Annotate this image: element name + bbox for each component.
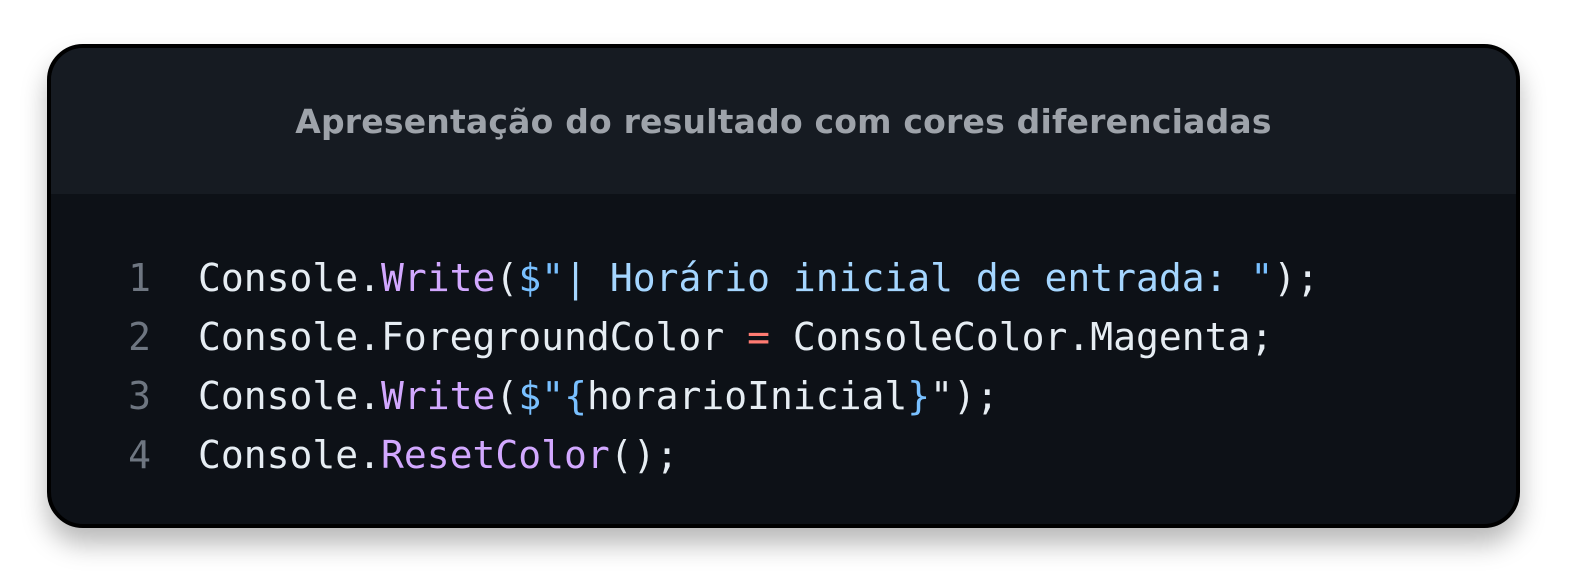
code-token-punct: $" [518, 256, 565, 300]
code-token-default: ); [953, 374, 999, 418]
code-token-default: ( [495, 374, 519, 418]
code-token-punct: $" [518, 374, 565, 418]
code-token-method: Write [381, 374, 496, 418]
code-token-default: Console. [198, 433, 382, 477]
code-card: Apresentação do resultado com cores dife… [47, 44, 1520, 528]
code-token-punct: } [907, 374, 931, 418]
line-number: 2 [128, 315, 151, 359]
code-line: 3 Console.Write($"{horarioInicial}"); [51, 367, 1319, 426]
code-token-method: Write [381, 256, 496, 300]
code-token-default: Console. [198, 374, 382, 418]
code-block: 1 Console.Write($"| Horário inicial de en… [51, 249, 1319, 485]
code-token-default: ); [1273, 256, 1320, 300]
code-token-default: ConsoleColor.Magenta; [769, 315, 1274, 359]
code-token-default: " [930, 374, 954, 418]
code-card-title: Apresentação do resultado com cores dife… [295, 101, 1272, 141]
code-card-header: Apresentação do resultado com cores dife… [51, 48, 1516, 194]
code-token-op: = [747, 315, 770, 359]
code-token-punct: { [564, 374, 587, 418]
code-token-punct: " [1250, 256, 1274, 300]
code-line: 1 Console.Write($"| Horário inicial de en… [51, 249, 1319, 308]
line-number: 3 [128, 374, 151, 418]
line-number: 1 [128, 256, 151, 300]
code-token-string: | Horário inicial de entrada: [564, 256, 1251, 300]
code-token-default: Console. [198, 256, 382, 300]
code-token-default: ( [495, 256, 519, 300]
code-line: 4 Console.ResetColor(); [51, 426, 1319, 485]
code-line: 2 Console.ForegroundColor = ConsoleColor.… [51, 308, 1319, 367]
code-token-default: Console.ForegroundColor [198, 315, 748, 359]
line-number: 4 [128, 433, 151, 477]
code-token-default: (); [609, 433, 679, 477]
code-token-default: horarioInicial [586, 374, 908, 418]
code-token-method: ResetColor [381, 433, 610, 477]
